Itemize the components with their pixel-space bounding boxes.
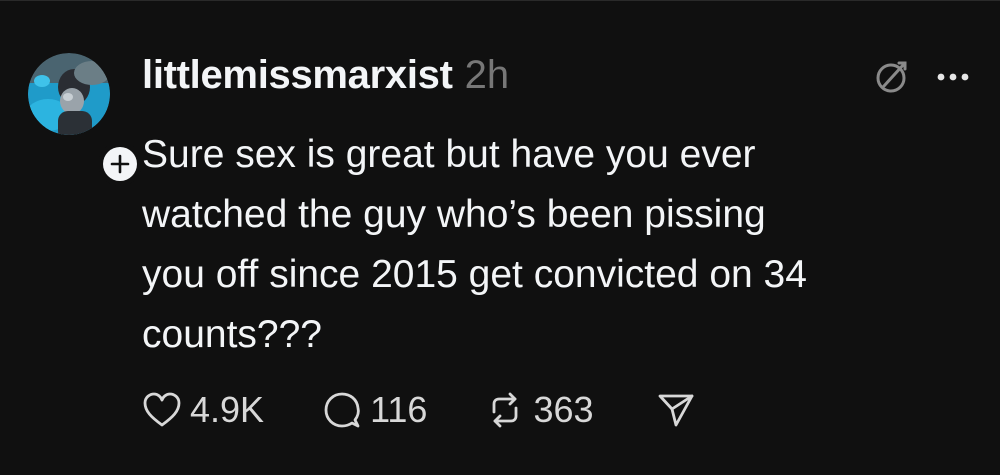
more-icon	[937, 73, 969, 81]
post-header: littlemissmarxist 2h	[142, 53, 509, 98]
like-button[interactable]: 4.9K	[142, 389, 264, 431]
post-actions: 4.9K 116 363	[142, 389, 696, 431]
follow-badge	[103, 147, 137, 181]
more-button[interactable]	[936, 71, 970, 83]
like-count: 4.9K	[190, 389, 265, 430]
share-button[interactable]	[656, 391, 696, 429]
reply-button[interactable]: 116	[322, 389, 427, 431]
thread-post: littlemissmarxist 2h Sure sex is great b…	[0, 0, 1000, 475]
avatar-container[interactable]	[28, 53, 142, 186]
plus-icon	[110, 154, 130, 174]
repost-button[interactable]: 363	[485, 389, 594, 431]
send-icon	[658, 394, 693, 427]
heart-icon	[143, 392, 181, 427]
no-audio-button[interactable]	[874, 59, 910, 95]
avatar[interactable]	[28, 53, 110, 135]
follow-button[interactable]	[98, 142, 142, 186]
reply-count: 116	[370, 389, 428, 430]
no-audio-icon	[876, 61, 907, 93]
username[interactable]: littlemissmarxist	[142, 53, 453, 98]
repost-count: 363	[533, 389, 594, 430]
post-text: Sure sex is great but have you ever watc…	[142, 133, 807, 356]
timestamp: 2h	[464, 53, 510, 97]
comment-icon	[324, 392, 360, 428]
repost-icon	[493, 392, 518, 428]
header-icons	[874, 59, 970, 95]
